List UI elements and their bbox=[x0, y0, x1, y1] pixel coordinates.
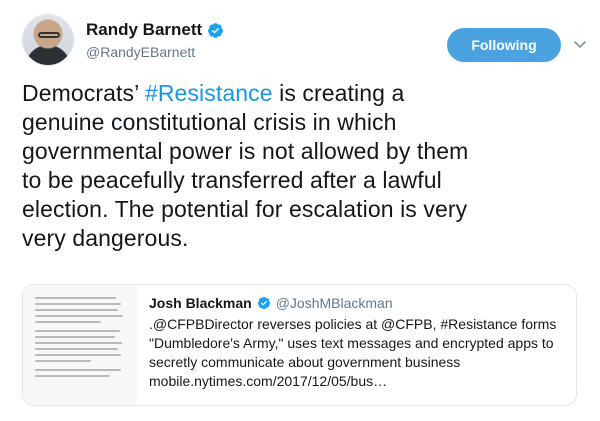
author-name-row[interactable]: Randy Barnett bbox=[86, 20, 224, 40]
tweet-line: very dangerous. bbox=[22, 225, 189, 251]
tweet-header: Randy Barnett @RandyEBarnett Following bbox=[22, 14, 586, 70]
quoted-tweet-line: .@CFPBDirector reverses policies at @CFP… bbox=[149, 316, 557, 332]
thumbnail-text-line bbox=[35, 321, 101, 323]
quoted-tweet-body[interactable]: Josh Blackman @JoshMBlackman .@CFPBDirec… bbox=[149, 295, 569, 391]
author-handle[interactable]: @RandyEBarnett bbox=[86, 44, 224, 60]
tweet-line: to be peacefully transferred after a law… bbox=[22, 167, 442, 193]
thumbnail-text-line bbox=[35, 330, 120, 332]
thumbnail-text-line bbox=[35, 354, 121, 356]
resistance-hashtag-link[interactable]: #Resistance bbox=[145, 80, 273, 106]
quoted-author-name[interactable]: Josh Blackman bbox=[149, 295, 252, 311]
thumbnail-text-line bbox=[35, 297, 116, 299]
avatar[interactable] bbox=[22, 14, 74, 66]
quoted-tweet-link[interactable]: mobile.nytimes.com/2017/12/05/bus… bbox=[149, 372, 569, 391]
thumbnail-text-line bbox=[35, 309, 118, 311]
quoted-tweet-line: "Dumbledore's Army," uses text messages … bbox=[149, 335, 554, 351]
verified-badge-icon bbox=[208, 22, 224, 38]
tweet-line: Democrats’ #Resistance is creating a bbox=[22, 79, 587, 108]
quoted-tweet-header: Josh Blackman @JoshMBlackman bbox=[149, 295, 569, 311]
thumbnail-text-line bbox=[35, 336, 115, 338]
verified-badge-icon bbox=[257, 296, 270, 310]
following-button[interactable]: Following bbox=[447, 28, 561, 62]
tweet-text: Democrats’ #Resistance is creating a gen… bbox=[22, 79, 587, 253]
thumbnail-paragraph bbox=[35, 369, 129, 377]
thumbnail-paragraph bbox=[35, 297, 129, 323]
thumbnail-text-line bbox=[35, 360, 92, 362]
quoted-tweet-card[interactable]: Josh Blackman @JoshMBlackman .@CFPBDirec… bbox=[22, 284, 577, 406]
chevron-down-icon[interactable] bbox=[573, 37, 587, 51]
tweet-line: genuine constitutional crisis in which bbox=[22, 109, 397, 135]
quoted-tweet-thumbnail[interactable] bbox=[23, 285, 137, 405]
thumbnail-text-line bbox=[35, 303, 122, 305]
tweet-line: election. The potential for escalation i… bbox=[22, 196, 468, 222]
thumbnail-text-line bbox=[35, 375, 111, 377]
thumbnail-text-line bbox=[35, 315, 124, 317]
thumbnail-text-line bbox=[35, 348, 118, 350]
thumbnail-text-line bbox=[35, 342, 123, 344]
thumbnail-text-line bbox=[35, 369, 122, 371]
tweet-line: governmental power is not allowed by the… bbox=[22, 138, 469, 164]
author-block[interactable]: Randy Barnett @RandyEBarnett bbox=[86, 20, 224, 60]
thumbnail-paragraph bbox=[35, 330, 129, 362]
quoted-tweet-line: secretly communicate about government bu… bbox=[149, 354, 461, 370]
quoted-author-handle[interactable]: @JoshMBlackman bbox=[276, 295, 393, 311]
avatar-glasses bbox=[38, 32, 60, 38]
tweet-text-segment: is creating a bbox=[272, 80, 405, 106]
quoted-tweet-text: .@CFPBDirector reverses policies at @CFP… bbox=[149, 315, 569, 391]
author-display-name[interactable]: Randy Barnett bbox=[86, 20, 202, 40]
tweet-text-segment: Democrats’ bbox=[22, 80, 145, 106]
